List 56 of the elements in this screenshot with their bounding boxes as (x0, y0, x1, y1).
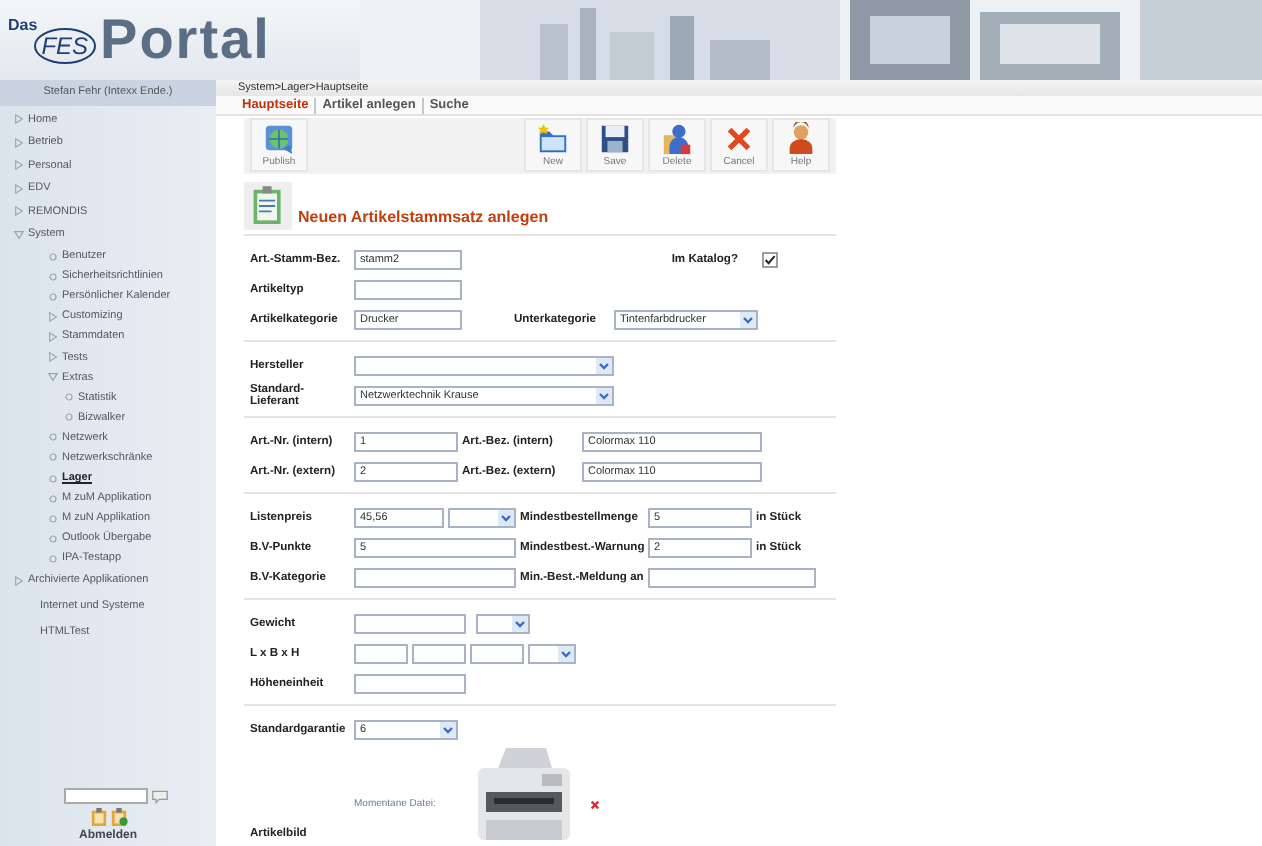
clipboard-icon[interactable] (109, 808, 127, 826)
triangle-right-icon (14, 206, 24, 217)
person-icon (784, 122, 818, 156)
caret-icon (512, 615, 528, 631)
circle-icon (64, 412, 74, 423)
triangle-right-icon (14, 183, 24, 194)
caret-icon (440, 721, 456, 737)
circle-icon (48, 452, 58, 463)
form-heading: Neuen Artikelstammsatz anlegen (298, 208, 549, 226)
caret-icon (498, 509, 514, 525)
circle-icon (64, 392, 74, 403)
circle-icon (48, 553, 58, 564)
triangle-right-icon (14, 114, 24, 125)
input-field[interactable] (354, 567, 516, 587)
logo-text: FES (33, 28, 97, 64)
input-field[interactable] (354, 613, 466, 633)
close-icon (722, 122, 756, 156)
checkbox[interactable] (762, 251, 778, 267)
triangle-down-icon (14, 229, 24, 240)
caret-icon (558, 645, 574, 661)
circle-icon (48, 291, 58, 302)
floppy-icon (598, 122, 632, 156)
circle-icon (48, 473, 58, 484)
input-field[interactable] (354, 279, 462, 299)
dropdown[interactable] (448, 507, 516, 527)
caret-icon (596, 387, 612, 403)
logo-text: Das (8, 16, 38, 34)
form-icon (244, 182, 292, 230)
input-field[interactable] (412, 643, 466, 663)
input-field[interactable] (648, 567, 816, 587)
input-field[interactable] (354, 643, 408, 663)
speech-bubble-icon[interactable] (152, 789, 168, 803)
person-document-icon (660, 122, 694, 156)
circle-icon (48, 533, 58, 544)
triangle-right-icon (14, 575, 24, 586)
circle-icon (48, 513, 58, 524)
circle-icon (48, 493, 58, 504)
circle-icon (48, 251, 58, 262)
dropdown[interactable] (354, 355, 614, 375)
dropdown[interactable] (476, 613, 530, 633)
circle-icon (48, 271, 58, 282)
input-field[interactable] (354, 673, 466, 693)
caret-icon (740, 311, 756, 327)
circle-icon (48, 432, 58, 443)
triangle-right-icon (14, 137, 24, 148)
triangle-right-icon (14, 160, 24, 171)
dropdown[interactable] (528, 643, 576, 663)
globe-icon (262, 122, 296, 156)
input-field[interactable] (470, 643, 524, 663)
triangle-down-icon (48, 372, 58, 383)
input-field[interactable] (64, 788, 148, 804)
caret-icon (596, 357, 612, 373)
folder-icon (536, 122, 570, 156)
delete-icon[interactable] (590, 799, 600, 809)
clipboard-icon[interactable] (89, 808, 107, 826)
logo-text: Portal (100, 8, 271, 72)
